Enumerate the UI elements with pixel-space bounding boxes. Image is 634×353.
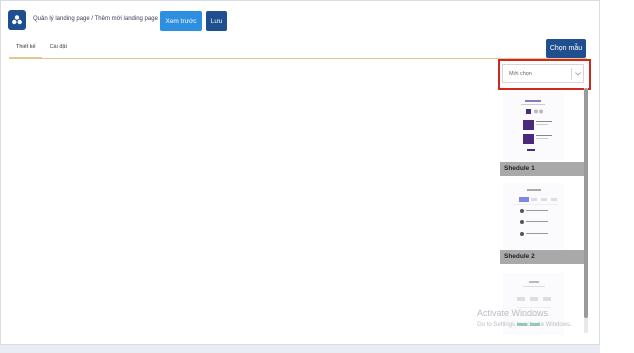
template-select-value: Mới chọn [509,71,532,77]
template-thumbnail-1[interactable] [503,92,564,160]
scrollbar-thumb[interactable] [584,88,588,318]
choose-template-button[interactable]: Chọn mẫu [546,39,586,58]
template-preview-image [521,100,552,151]
save-button[interactable]: Lưu [206,11,227,31]
bottom-strip [0,345,600,353]
template-label-schedule-2[interactable]: Shedule 2 [500,250,584,264]
template-label-schedule-1[interactable]: Shedule 1 [500,162,584,176]
chevron-down-icon [575,72,581,76]
template-name: Shedule 1 [504,165,535,172]
preview-button[interactable]: Xem trước [160,11,202,31]
app-logo[interactable] [8,10,26,30]
template-select[interactable]: Mới chọn [502,64,584,83]
template-preview-image [513,189,558,236]
template-list-scrollbar[interactable] [584,88,588,333]
windows-watermark-title: Activate Windows [477,308,549,318]
design-canvas[interactable] [9,60,497,343]
template-thumbnail-2[interactable] [503,183,564,249]
active-tab-indicator [9,57,42,59]
breadcrumb: Quản lý landing page / Thêm mới landing … [33,16,158,22]
template-name: Shedule 2 [504,253,535,260]
logo-icon [12,15,22,25]
select-separator [571,68,572,80]
windows-watermark-subtitle: Go to Settings to activate Windows. [477,322,572,328]
